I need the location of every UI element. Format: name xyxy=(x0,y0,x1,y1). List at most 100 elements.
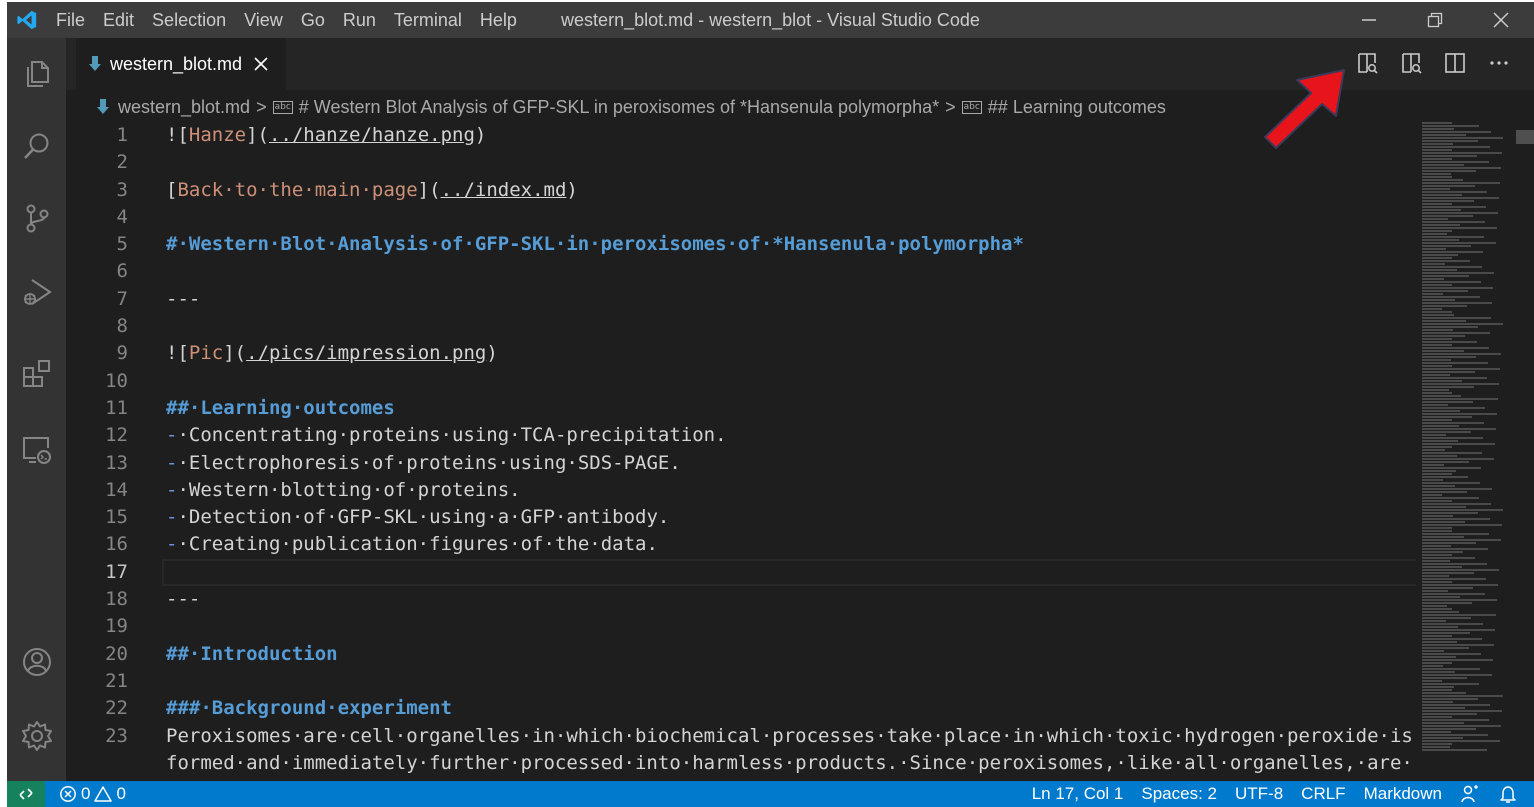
minimap-line xyxy=(1422,743,1452,745)
source-control-button[interactable] xyxy=(7,190,66,246)
line-number: 7 xyxy=(116,287,128,310)
vertical-scrollbar[interactable] xyxy=(1512,122,1534,781)
code-line[interactable]: 4 xyxy=(66,204,1416,231)
minimap-line xyxy=(1422,560,1450,562)
minimap-line xyxy=(1422,737,1463,739)
code-line[interactable]: 18 --- xyxy=(66,586,1416,613)
code-line[interactable]: 21 xyxy=(66,668,1416,695)
end-of-line[interactable]: CRLF xyxy=(1301,784,1345,804)
breadcrumb-section-2[interactable]: ## Learning outcomes xyxy=(988,97,1166,118)
split-editor-button[interactable] xyxy=(1440,48,1470,78)
menu-go[interactable]: Go xyxy=(292,2,334,38)
more-actions-button[interactable] xyxy=(1484,48,1514,78)
status-bar: 0 0 Ln 17, Col 1 Spaces: 2 UTF-8 CRLF Ma… xyxy=(7,781,1534,807)
minimap-line xyxy=(1422,665,1443,667)
code-line[interactable]: 23 Peroxisomes·are·cell·organelles·in·whi… xyxy=(66,723,1416,750)
code-line[interactable]: 16 -·Creating·publication·figures·of·the·… xyxy=(66,531,1416,558)
minimap-line xyxy=(1422,368,1500,370)
minimap-line xyxy=(1422,290,1468,292)
code-line[interactable]: 6 xyxy=(66,258,1416,285)
menu-view[interactable]: View xyxy=(235,2,292,38)
minimap-line xyxy=(1422,131,1491,133)
menu-help[interactable]: Help xyxy=(471,2,526,38)
minimap-line xyxy=(1422,698,1478,700)
code-line[interactable]: 12 -·Concentrating·proteins·using·TCA-pre… xyxy=(66,422,1416,449)
minimap-line xyxy=(1422,713,1477,715)
code-line[interactable]: 15 -·Detection·of·GFP-SKL·using·a·GFP·ant… xyxy=(66,504,1416,531)
explorer-button[interactable] xyxy=(7,46,66,102)
line-text: -·Western·blotting·of·proteins. xyxy=(166,477,521,504)
scrollbar-thumb[interactable] xyxy=(1516,130,1534,144)
tab-close-button[interactable] xyxy=(252,55,270,73)
minimize-button[interactable] xyxy=(1336,2,1402,38)
minimap-line xyxy=(1422,239,1459,241)
breadcrumb-section-1[interactable]: # Western Blot Analysis of GFP-SKL in pe… xyxy=(299,97,939,118)
menu-selection[interactable]: Selection xyxy=(143,2,235,38)
minimap-line xyxy=(1422,677,1467,679)
close-window-button[interactable] xyxy=(1468,2,1534,38)
minimap-line xyxy=(1422,353,1501,355)
manage-button[interactable] xyxy=(7,708,66,764)
code-line[interactable]: 2 xyxy=(66,149,1416,176)
accounts-button[interactable] xyxy=(7,634,66,690)
menu-run[interactable]: Run xyxy=(334,2,385,38)
code-line[interactable]: 7 --- xyxy=(66,286,1416,313)
cursor-position[interactable]: Ln 17, Col 1 xyxy=(1032,784,1124,804)
menu-file[interactable]: File xyxy=(47,2,94,38)
code-line[interactable]: 9 ![Pic](./pics/impression.png) xyxy=(66,340,1416,367)
code-line[interactable]: 19 xyxy=(66,613,1416,640)
minimap-line xyxy=(1422,332,1490,334)
minimap-line xyxy=(1422,212,1498,214)
minimap[interactable] xyxy=(1422,122,1504,781)
minimap-line xyxy=(1422,365,1452,367)
minimap-line xyxy=(1422,266,1482,268)
minimap-line xyxy=(1422,422,1484,424)
minimap-line xyxy=(1422,281,1481,283)
code-line[interactable]: 1 ![Hanze](../hanze/hanze.png) xyxy=(66,122,1416,149)
open-preview-to-side-button[interactable] xyxy=(1396,48,1426,78)
remote-explorer-button[interactable] xyxy=(7,422,66,478)
code-line[interactable]: 14 -·Western·blotting·of·proteins. xyxy=(66,477,1416,504)
breadcrumb-file[interactable]: western_blot.md xyxy=(118,97,250,118)
problems-indicator[interactable]: 0 0 xyxy=(59,784,126,804)
code-line[interactable]: 13 -·Electrophoresis·of·proteins·using·SD… xyxy=(66,450,1416,477)
code-line[interactable]: 11 ##·Learning·outcomes xyxy=(66,395,1416,422)
code-line[interactable]: 8 xyxy=(66,313,1416,340)
minimap-line xyxy=(1422,707,1465,709)
bell-icon[interactable] xyxy=(1498,784,1518,804)
code-line[interactable]: 3 [Back·to·the·main·page](../index.md) xyxy=(66,177,1416,204)
open-preview-button[interactable] xyxy=(1352,48,1382,78)
restore-button[interactable] xyxy=(1402,2,1468,38)
indentation[interactable]: Spaces: 2 xyxy=(1141,784,1217,804)
code-line[interactable]: 20 ##·Introduction xyxy=(66,641,1416,668)
language-mode[interactable]: Markdown xyxy=(1364,784,1442,804)
minimap-line xyxy=(1422,146,1490,148)
minimap-line xyxy=(1422,611,1459,613)
run-debug-button[interactable] xyxy=(7,264,66,320)
extensions-button[interactable] xyxy=(7,346,66,402)
minimap-line xyxy=(1422,254,1458,256)
minimap-line xyxy=(1422,629,1495,631)
menu-terminal[interactable]: Terminal xyxy=(385,2,471,38)
minimap-line xyxy=(1422,362,1488,364)
code-line[interactable]: 17 xyxy=(66,558,1416,587)
code-editor[interactable]: 1 ![Hanze](../hanze/hanze.png) 2 3 [Back·to·… xyxy=(66,122,1416,781)
minimap-line xyxy=(1422,182,1500,184)
minimap-line xyxy=(1422,662,1452,664)
minimap-line xyxy=(1422,407,1485,409)
search-button[interactable] xyxy=(7,118,66,174)
minimap-line xyxy=(1422,293,1443,295)
minimap-line xyxy=(1422,410,1460,412)
code-token: ) xyxy=(486,342,498,365)
menu-edit[interactable]: Edit xyxy=(94,2,143,38)
feedback-icon[interactable] xyxy=(1460,784,1480,804)
minimap-line xyxy=(1422,203,1452,205)
code-line[interactable]: 5 #·Western·Blot·Analysis·of·GFP-SKL·in·p… xyxy=(66,231,1416,258)
code-line[interactable]: 22 ###·Background·experiment xyxy=(66,695,1416,722)
encoding[interactable]: UTF-8 xyxy=(1235,784,1283,804)
remote-indicator-button[interactable] xyxy=(7,781,45,807)
tab-western-blot-md[interactable]: western_blot.md xyxy=(76,38,286,90)
code-line[interactable]: 10 xyxy=(66,368,1416,395)
code-line[interactable]: formed·and·immediately·further·processed… xyxy=(66,750,1416,777)
code-token: ) xyxy=(474,124,487,146)
